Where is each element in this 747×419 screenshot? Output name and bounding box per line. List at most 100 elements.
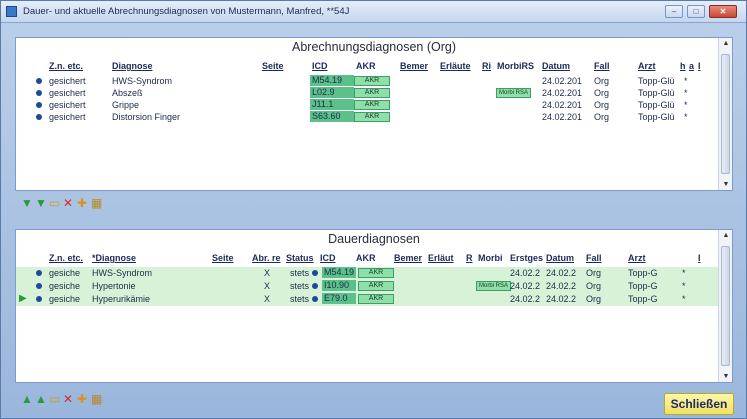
abr-cell: X [264,294,271,304]
col-datum[interactable]: Datum [542,61,570,71]
table-row[interactable]: gesiche Hypertonie Xstets I10.90 AKR Morbi RS… [16,280,718,293]
table-row[interactable]: ▶ gesiche Hyperurikämie Xstets E79.0 AKR 24.02… [16,293,718,306]
close-window-button[interactable]: ✕ [709,5,737,18]
delete-icon[interactable]: ✕ [63,195,73,211]
scroll-up-icon[interactable]: ▲ [719,232,733,239]
col-datum[interactable]: Datum [546,253,574,263]
table-header: Z.n. etc. *Diagnose Seite Abr. re Status… [16,253,716,265]
col-erlaeut[interactable]: Erläut [428,253,454,263]
arzt-cell: Topp-Glü [638,112,675,122]
col-seite[interactable]: Seite [262,61,284,71]
col-fall[interactable]: Fall [586,253,602,263]
minimize-icon: – [671,7,677,16]
col-bemer[interactable]: Bemer [394,253,422,263]
akr-button[interactable]: AKR [354,100,390,110]
akr-button[interactable]: AKR [354,76,390,86]
col-status[interactable]: Status [286,253,314,263]
move-up-icon[interactable]: ▲ [21,391,33,407]
new-icon[interactable]: ▭ [49,391,60,407]
col-akr[interactable]: AKR [356,61,376,71]
panel-title: Dauerdiagnosen [328,232,420,246]
scroll-down-icon[interactable]: ▼ [719,373,733,380]
datum-cell: 24.02.2 [546,268,577,278]
akr-button[interactable]: AKR [354,112,390,122]
akr-button[interactable]: AKR [358,268,394,278]
vertical-scrollbar[interactable]: ▲ ▼ [718,38,732,190]
toolbar-bottom: ▲ ▲ ▭ ✕ ✚ ▦ [21,391,141,407]
row-status-dot [36,283,42,289]
schliessen-button[interactable]: Schließen [664,393,734,415]
col-diagnose[interactable]: *Diagnose [92,253,136,263]
col-morbi[interactable]: Morbi [478,253,503,263]
move-down-all-icon[interactable]: ▼ [35,195,47,211]
move-down-icon[interactable]: ▼ [21,195,33,211]
col-fall[interactable]: Fall [594,61,610,71]
mark-cell: * [682,281,686,291]
col-r[interactable]: R [466,253,473,263]
fall-cell: Org [594,76,610,86]
col-h[interactable]: h [680,61,686,71]
move-up-all-icon[interactable]: ▲ [35,391,47,407]
window-title: Dauer- und aktuelle Abrechnungsdiagnosen… [23,6,350,17]
icd-cell: J11.1 [310,99,354,110]
minimize-button[interactable]: – [665,5,683,18]
ze-cell: gesiche [49,294,81,304]
arzt-cell: Topp-G [628,294,658,304]
close-icon: ✕ [719,7,727,16]
datum-cell: 24.02.2 [546,294,577,304]
abrechnungsdiagnosen-panel: Abrechnungsdiagnosen (Org) Z.n. etc. Dia… [15,37,733,191]
ze-cell: gesichert [49,88,86,98]
col-seite[interactable]: Seite [212,253,234,263]
fall-cell: Org [586,268,602,278]
vertical-scrollbar[interactable]: ▲ ▼ [718,230,732,382]
col-bemer[interactable]: Bemer [400,61,428,71]
row-status-dot [36,114,42,120]
scroll-up-icon[interactable]: ▲ [719,40,733,47]
status-dot [312,283,318,289]
ze-cell: gesiche [49,281,81,291]
scroll-thumb[interactable] [721,246,730,366]
fall-cell: Org [586,294,602,304]
scroll-down-icon[interactable]: ▼ [719,181,733,188]
akr-button[interactable]: AKR [358,294,394,304]
col-i[interactable]: I [698,61,701,71]
delete-icon[interactable]: ✕ [63,391,73,407]
list-icon[interactable]: ▦ [91,391,102,407]
new-icon[interactable]: ▭ [49,195,60,211]
akr-button[interactable]: AKR [354,88,390,98]
col-ze[interactable]: Z.n. etc. [49,61,83,71]
edit-icon[interactable]: ✚ [77,195,87,211]
edit-icon[interactable]: ✚ [77,391,87,407]
mark-cell: * [684,112,688,122]
toolbar-top: ▼ ▼ ▭ ✕ ✚ ▦ [21,195,141,211]
diagnose-cell: Grippe [112,100,140,110]
panel-title: Abrechnungsdiagnosen (Org) [292,40,456,54]
col-icd[interactable]: ICD [320,253,336,263]
list-icon[interactable]: ▦ [91,195,102,211]
col-akr[interactable]: AKR [356,253,376,263]
app-icon [6,6,17,17]
table-row[interactable]: gesichert Abszeß L02.9 AKR Morbi RSA 24.02.20… [16,87,716,99]
col-ri[interactable]: Ri [482,61,491,71]
abr-cell: X [264,268,271,278]
col-morbirs[interactable]: MorbiRS [497,61,534,71]
table-row[interactable]: gesiche HWS-Syndrom Xstets M54.19 AKR 24.02.2… [16,267,718,280]
akr-button[interactable]: AKR [358,281,394,291]
col-diagnose[interactable]: Diagnose [112,61,153,71]
col-ze[interactable]: Z.n. etc. [49,253,83,263]
table-row[interactable]: gesichert Grippe J11.1 AKR 24.02.201 Org Topp-… [16,99,716,111]
col-arzt[interactable]: Arzt [638,61,656,71]
status-dot [312,296,318,302]
col-i[interactable]: I [698,253,701,263]
col-arzt[interactable]: Arzt [628,253,646,263]
scroll-thumb[interactable] [721,54,730,174]
table-row[interactable]: gesichert Distorsion Finger S63.60 AKR 24.02… [16,111,716,123]
datum-cell: 24.02.201 [542,76,583,86]
maximize-button[interactable]: □ [687,5,705,18]
table-row[interactable]: gesichert HWS-Syndrom M54.19 AKR 24.02.201 Or… [16,75,716,87]
col-abr[interactable]: Abr. re [252,253,281,263]
col-erstges[interactable]: Erstges [510,253,543,263]
col-erlaeute[interactable]: Erläute [440,61,471,71]
col-icd[interactable]: ICD [312,61,328,71]
col-a[interactable]: a [689,61,694,71]
